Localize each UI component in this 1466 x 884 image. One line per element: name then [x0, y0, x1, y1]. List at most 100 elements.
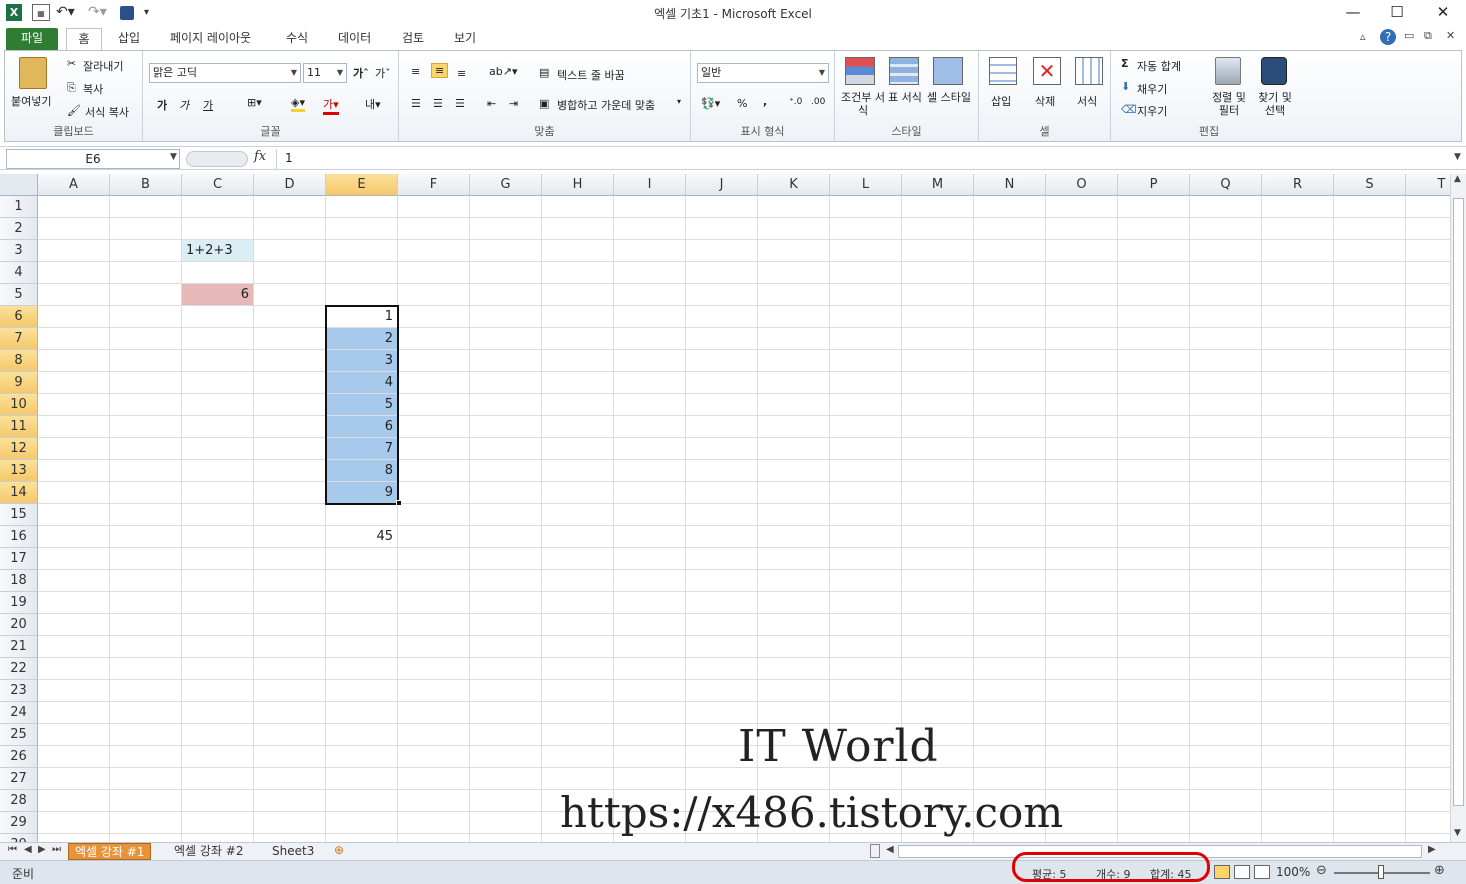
cell-e4[interactable]	[326, 262, 398, 284]
cell-a12[interactable]	[38, 438, 110, 460]
cell-t24[interactable]	[1406, 702, 1450, 724]
column-header-f[interactable]: F	[398, 174, 470, 196]
cell-o12[interactable]	[1046, 438, 1118, 460]
cell-p21[interactable]	[1118, 636, 1190, 658]
cell-n9[interactable]	[974, 372, 1046, 394]
cut-button[interactable]: 잘라내기	[83, 58, 123, 74]
cell-g8[interactable]	[470, 350, 542, 372]
paste-icon[interactable]	[19, 57, 47, 89]
cell-m3[interactable]	[902, 240, 974, 262]
cell-o11[interactable]	[1046, 416, 1118, 438]
align-right-icon[interactable]: ☰	[455, 97, 465, 110]
cell-d7[interactable]	[254, 328, 326, 350]
comma-button[interactable]: ,	[763, 95, 767, 108]
cell-q18[interactable]	[1190, 570, 1262, 592]
cell-f10[interactable]	[398, 394, 470, 416]
format-painter-icon[interactable]: 🖌	[67, 104, 81, 117]
cell-a4[interactable]	[38, 262, 110, 284]
cell-j17[interactable]	[686, 548, 758, 570]
cell-h2[interactable]	[542, 218, 614, 240]
cell-i18[interactable]	[614, 570, 686, 592]
tab-file[interactable]: 파일	[6, 28, 58, 50]
cell-e15[interactable]	[326, 504, 398, 526]
cell-d24[interactable]	[254, 702, 326, 724]
cell-f21[interactable]	[398, 636, 470, 658]
cell-g19[interactable]	[470, 592, 542, 614]
cell-l21[interactable]	[830, 636, 902, 658]
cell-f5[interactable]	[398, 284, 470, 306]
cell-b27[interactable]	[110, 768, 182, 790]
cell-d9[interactable]	[254, 372, 326, 394]
cell-n14[interactable]	[974, 482, 1046, 504]
cell-q26[interactable]	[1190, 746, 1262, 768]
cell-r24[interactable]	[1262, 702, 1334, 724]
scroll-up-icon[interactable]: ▲	[1454, 174, 1461, 184]
autosum-button[interactable]: 자동 합계	[1137, 58, 1181, 74]
cell-g21[interactable]	[470, 636, 542, 658]
shrink-font-icon[interactable]: 가ˇ	[375, 65, 391, 81]
wrap-text-icon[interactable]: ▤	[539, 66, 549, 79]
underline-button[interactable]: 가	[203, 97, 213, 113]
cell-i6[interactable]	[614, 306, 686, 328]
cell-p11[interactable]	[1118, 416, 1190, 438]
cell-p20[interactable]	[1118, 614, 1190, 636]
column-header-l[interactable]: L	[830, 174, 902, 196]
cell-l20[interactable]	[830, 614, 902, 636]
cell-d13[interactable]	[254, 460, 326, 482]
cell-g16[interactable]	[470, 526, 542, 548]
cell-n26[interactable]	[974, 746, 1046, 768]
cell-t22[interactable]	[1406, 658, 1450, 680]
cell-f3[interactable]	[398, 240, 470, 262]
cell-d2[interactable]	[254, 218, 326, 240]
tab-home[interactable]: 홈	[66, 28, 102, 50]
cell-s22[interactable]	[1334, 658, 1406, 680]
cell-o7[interactable]	[1046, 328, 1118, 350]
cell-f20[interactable]	[398, 614, 470, 636]
cell-j20[interactable]	[686, 614, 758, 636]
cell-h10[interactable]	[542, 394, 614, 416]
cell-k5[interactable]	[758, 284, 830, 306]
clear-button[interactable]: 지우기	[1137, 103, 1167, 119]
cell-j22[interactable]	[686, 658, 758, 680]
align-top-icon[interactable]: ≡	[411, 65, 420, 78]
cell-h23[interactable]	[542, 680, 614, 702]
cell-j21[interactable]	[686, 636, 758, 658]
row-header-21[interactable]: 21	[0, 636, 38, 658]
cell-t3[interactable]	[1406, 240, 1450, 262]
cell-h4[interactable]	[542, 262, 614, 284]
cell-t21[interactable]	[1406, 636, 1450, 658]
cell-e30[interactable]	[326, 834, 398, 842]
cell-k21[interactable]	[758, 636, 830, 658]
cell-r13[interactable]	[1262, 460, 1334, 482]
cell-f28[interactable]	[398, 790, 470, 812]
cell-m22[interactable]	[902, 658, 974, 680]
cell-m15[interactable]	[902, 504, 974, 526]
cell-p4[interactable]	[1118, 262, 1190, 284]
percent-button[interactable]: %	[737, 97, 747, 110]
cell-k9[interactable]	[758, 372, 830, 394]
cell-h11[interactable]	[542, 416, 614, 438]
cell-c9[interactable]	[182, 372, 254, 394]
cell-d5[interactable]	[254, 284, 326, 306]
cell-n8[interactable]	[974, 350, 1046, 372]
cell-d15[interactable]	[254, 504, 326, 526]
cell-m19[interactable]	[902, 592, 974, 614]
cell-b22[interactable]	[110, 658, 182, 680]
doc-close-icon[interactable]: ✕	[1446, 29, 1455, 42]
cell-e5[interactable]	[326, 284, 398, 306]
align-left-icon[interactable]: ☰	[411, 97, 421, 110]
font-size-select[interactable]: 11 ▼	[303, 63, 347, 83]
cell-l15[interactable]	[830, 504, 902, 526]
conditional-format-button[interactable]: 조건부 서식	[841, 91, 885, 117]
row-header-1[interactable]: 1	[0, 196, 38, 218]
column-header-h[interactable]: H	[542, 174, 614, 196]
cell-a25[interactable]	[38, 724, 110, 746]
column-header-q[interactable]: Q	[1190, 174, 1262, 196]
cell-g3[interactable]	[470, 240, 542, 262]
cell-r9[interactable]	[1262, 372, 1334, 394]
cell-g13[interactable]	[470, 460, 542, 482]
cell-o24[interactable]	[1046, 702, 1118, 724]
cell-g22[interactable]	[470, 658, 542, 680]
cell-n1[interactable]	[974, 196, 1046, 218]
cell-e14[interactable]: 9	[326, 482, 398, 504]
